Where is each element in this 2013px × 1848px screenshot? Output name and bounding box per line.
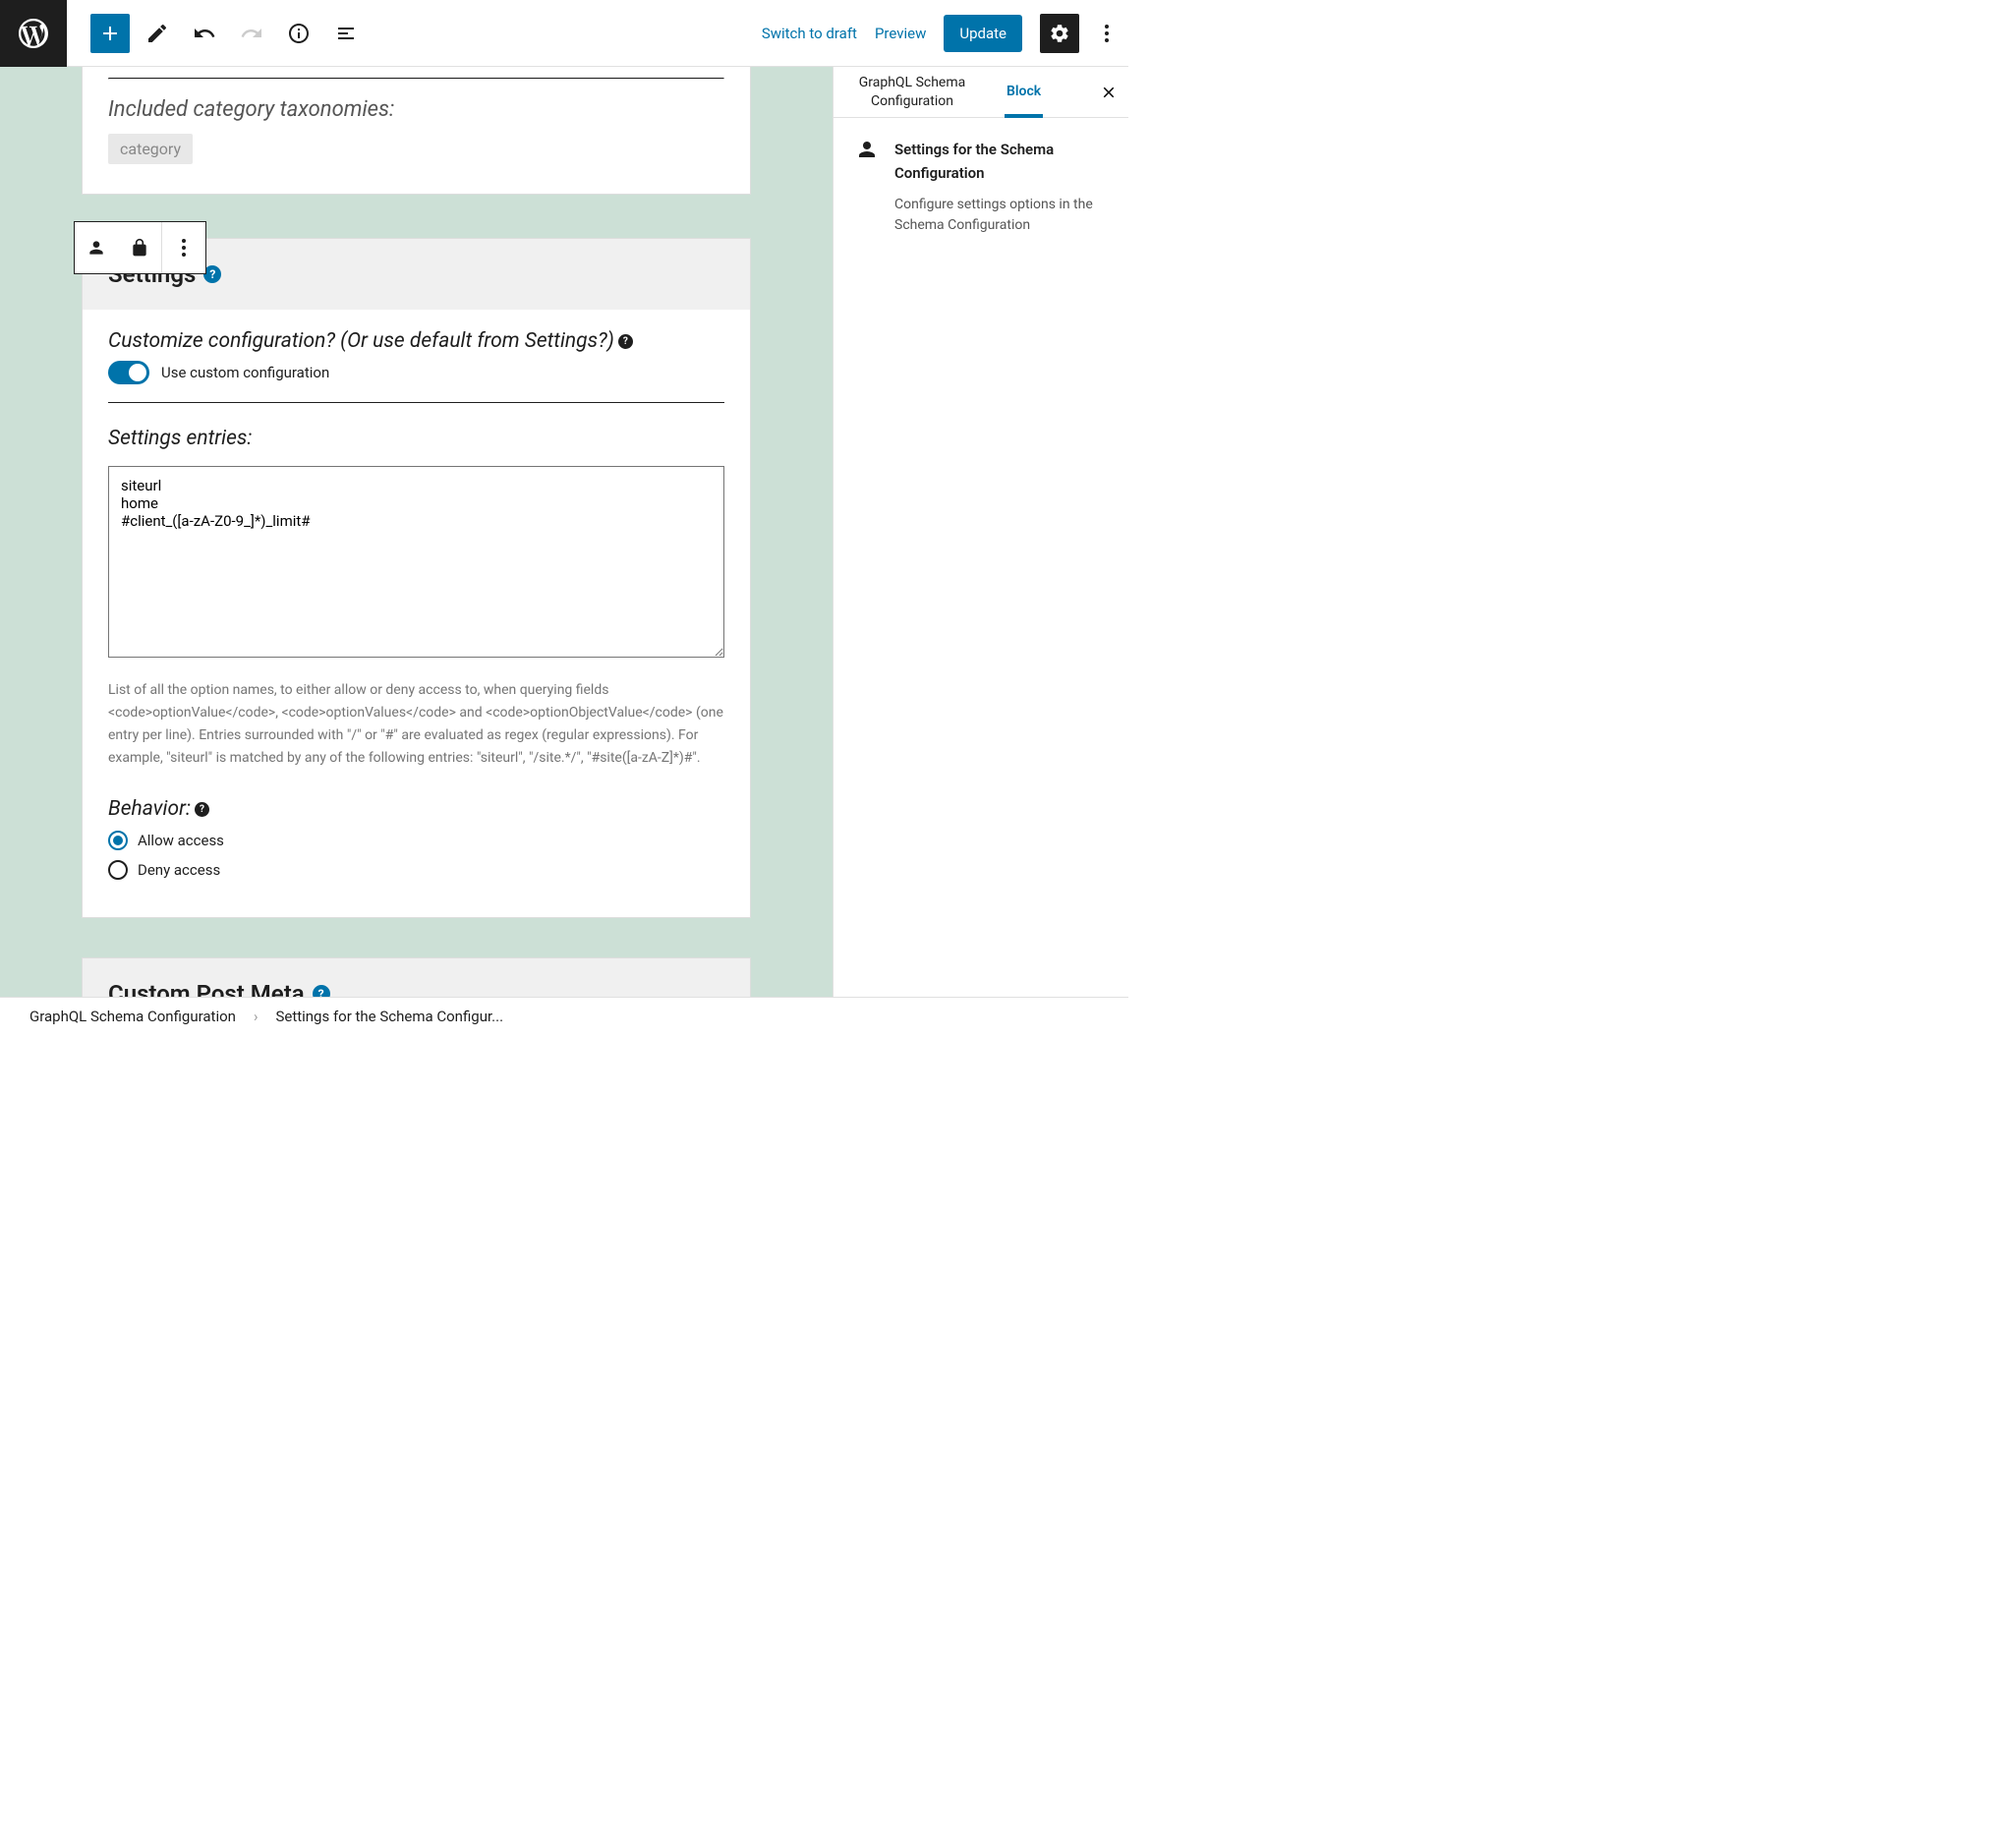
help-icon[interactable]: ? xyxy=(203,265,221,283)
sidebar-block-title: Settings for the Schema Configuration xyxy=(894,138,1107,185)
settings-entries-label: Settings entries: xyxy=(108,427,724,450)
settings-entries-hint: List of all the option names, to either … xyxy=(108,679,724,770)
customize-config-label: Customize configuration? (Or use default… xyxy=(108,329,724,353)
switch-to-draft-link[interactable]: Switch to draft xyxy=(762,25,857,42)
redo-icon xyxy=(240,22,263,45)
breadcrumb: GraphQL Schema Configuration › Settings … xyxy=(0,997,1128,1034)
info-icon xyxy=(287,22,311,45)
breadcrumb-root[interactable]: GraphQL Schema Configuration xyxy=(29,1008,236,1025)
deny-access-radio[interactable]: Deny access xyxy=(108,860,724,880)
sidebar-block-desc: Configure settings options in the Schema… xyxy=(894,195,1107,236)
outline-button[interactable] xyxy=(326,14,366,53)
settings-entries-textarea[interactable] xyxy=(108,466,724,658)
block-toolbar xyxy=(74,221,206,274)
undo-button[interactable] xyxy=(185,14,224,53)
user-icon xyxy=(86,238,106,258)
taxonomy-tag: category xyxy=(108,134,193,164)
tab-block[interactable]: Block xyxy=(991,67,1057,117)
breadcrumb-current: Settings for the Schema Configur... xyxy=(275,1008,503,1025)
behavior-label: Behavior: ? xyxy=(108,797,724,821)
close-icon xyxy=(1100,84,1118,101)
wp-logo[interactable] xyxy=(0,0,67,67)
chevron-right-icon: › xyxy=(254,1008,259,1025)
block-lock-button[interactable] xyxy=(118,222,161,273)
wordpress-icon xyxy=(16,16,51,51)
editor-toolbar: Switch to draft Preview Update xyxy=(0,0,1128,67)
close-sidebar-button[interactable] xyxy=(1089,67,1128,117)
custom-post-meta-header: Custom Post Meta ? xyxy=(83,958,750,997)
pencil-icon xyxy=(145,22,169,45)
lock-icon xyxy=(130,238,149,258)
outline-icon xyxy=(334,22,358,45)
block-more-button[interactable] xyxy=(162,222,205,273)
included-taxonomies-label: Included category taxonomies: xyxy=(108,97,724,122)
settings-sidebar: GraphQL Schema Configuration Block Setti… xyxy=(833,67,1128,997)
help-icon[interactable]: ? xyxy=(313,985,330,997)
help-icon[interactable]: ? xyxy=(195,802,209,817)
help-icon[interactable]: ? xyxy=(618,334,633,349)
more-options-button[interactable] xyxy=(1097,17,1117,50)
add-block-button[interactable] xyxy=(90,14,130,53)
plus-icon xyxy=(98,22,122,45)
custom-config-toggle[interactable] xyxy=(108,361,149,384)
redo-button[interactable] xyxy=(232,14,271,53)
preview-link[interactable]: Preview xyxy=(875,25,926,42)
tab-schema-config[interactable]: GraphQL Schema Configuration xyxy=(834,67,991,117)
custom-post-meta-title: Custom Post Meta xyxy=(108,980,305,997)
allow-access-radio[interactable]: Allow access xyxy=(108,831,724,850)
edit-button[interactable] xyxy=(138,14,177,53)
undo-icon xyxy=(193,22,216,45)
block-user-button[interactable] xyxy=(75,222,118,273)
info-button[interactable] xyxy=(279,14,318,53)
update-button[interactable]: Update xyxy=(944,15,1022,52)
settings-button[interactable] xyxy=(1040,14,1079,53)
toggle-label: Use custom configuration xyxy=(161,364,329,381)
editor-canvas[interactable]: Use configuration from Settings Included… xyxy=(0,67,833,997)
gear-icon xyxy=(1049,23,1070,44)
user-icon xyxy=(855,138,879,236)
